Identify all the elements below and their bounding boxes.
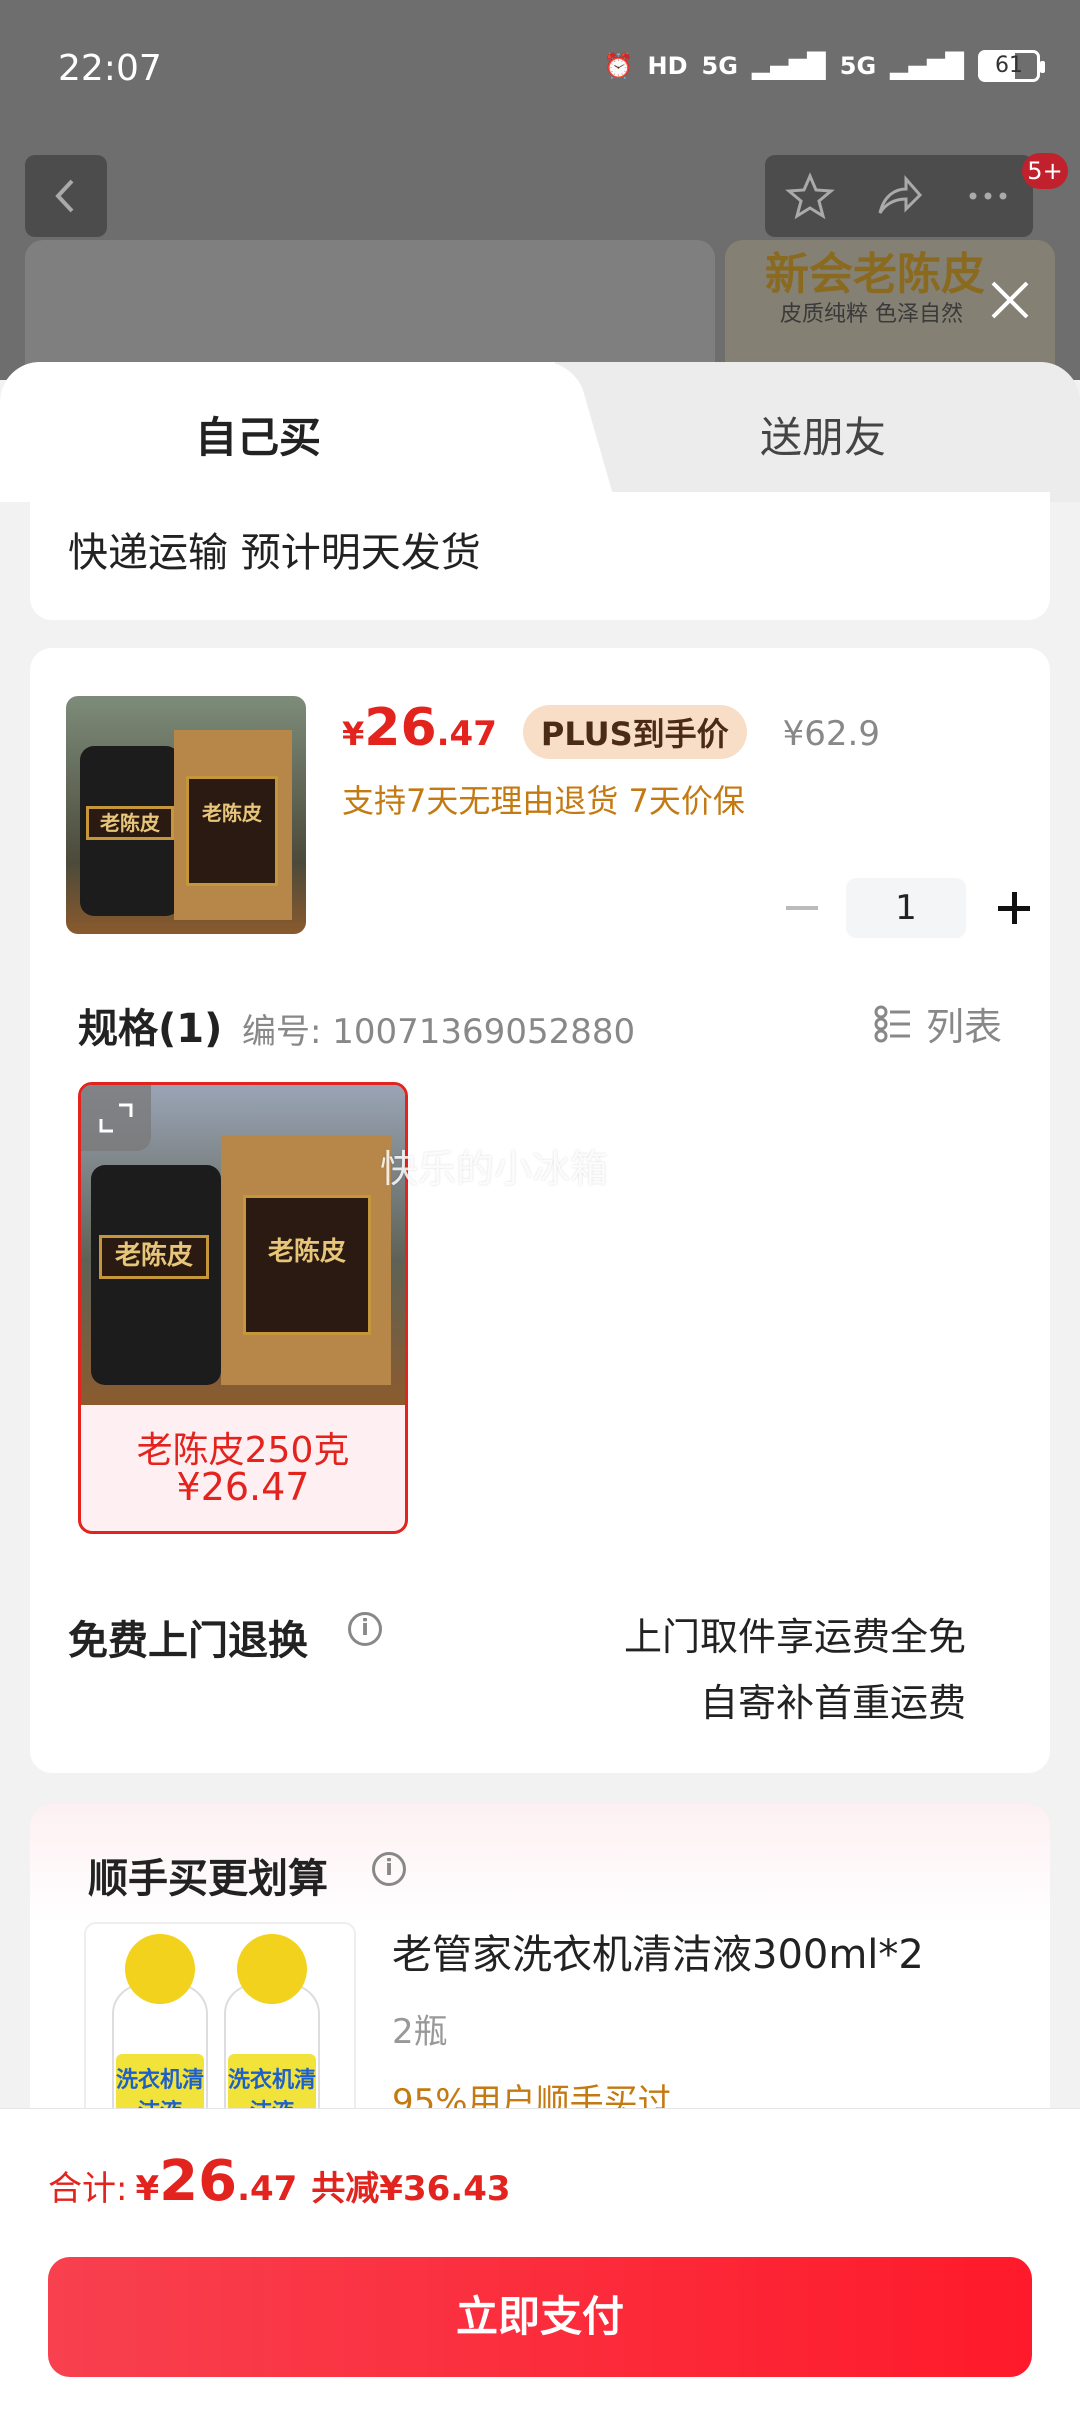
shipping-estimate: 快递运输 预计明天发货 [68, 530, 481, 576]
signal-icon-2: ▂▄▆█ [890, 52, 964, 80]
network-5g-icon: 5G [701, 52, 738, 80]
sku-option-selected[interactable]: 老陈皮 老陈皮 老陈皮250克 ¥26.47 [78, 1082, 408, 1534]
price-decimal: .47 [436, 714, 497, 754]
product-code: 编号: 10071369052880 [242, 1012, 636, 1052]
jar-label: 老陈皮 [86, 806, 174, 840]
expand-image-button[interactable] [81, 1085, 151, 1151]
watermark-text: 快乐的小冰箱 [380, 1147, 609, 1191]
background-product-subtitle: 皮质纯粹 色泽自然 [780, 302, 963, 327]
product-thumbnail[interactable]: 老陈皮 老陈皮 [66, 696, 306, 934]
increase-quantity-button[interactable] [984, 878, 1044, 938]
bag-label: 老陈皮 [186, 776, 278, 886]
total-label: 合计: [48, 2169, 128, 2209]
upsell-info-button[interactable]: i [372, 1852, 406, 1886]
background-product-title: 新会老陈皮 [765, 249, 985, 300]
quantity-stepper: 1 [770, 878, 1044, 938]
total-discount: 共减¥36.43 [311, 2169, 511, 2209]
product-card: 老陈皮 老陈皮 ¥26.47 PLUS到手价 ¥62.9 支持7天无理由退货 7… [30, 648, 1050, 1773]
return-pickup-note: 上门取件享运费全免 [623, 1615, 966, 1659]
back-button[interactable] [25, 155, 107, 237]
status-icons: ⏰ HD 5G ▂▄▆█ 5G ▂▄▆█ 61 [603, 50, 1045, 82]
spec-title: 规格(1) [78, 1006, 223, 1052]
alarm-icon: ⏰ [603, 52, 634, 80]
shipping-card: 快递运输 预计明天发货 [30, 492, 1050, 620]
more-icon[interactable] [963, 171, 1013, 221]
bottle-cap-shape [125, 1934, 195, 2004]
top-actions [765, 155, 1033, 237]
checkout-bar: 合计: ¥ 26 .47 共减¥36.43 立即支付 [0, 2108, 1080, 2412]
list-view-toggle[interactable]: 列表 [874, 996, 1002, 1051]
chevron-left-icon [55, 179, 74, 213]
price-symbol: ¥ [342, 715, 365, 753]
purchase-mode-tabs: 自己买 送朋友 [0, 362, 1080, 502]
checkout-screen: 新会老陈皮 皮质纯粹 色泽自然 22:07 ⏰ HD 5G ▂▄▆█ 5G ▂▄… [0, 0, 1080, 2412]
info-icon: i [372, 1852, 406, 1886]
return-self-ship-note: 自寄补首重运费 [699, 1681, 966, 1725]
sku-option-price: ¥26.47 [176, 1465, 310, 1509]
expand-icon [99, 1103, 133, 1133]
hd-icon: HD [647, 52, 688, 80]
battery-icon: 61 [978, 50, 1045, 82]
free-return-title: 免费上门退换 [68, 1618, 308, 1664]
list-icon [874, 1005, 910, 1042]
decrease-quantity-button[interactable] [770, 878, 830, 938]
total-decimal: .47 [237, 2169, 298, 2209]
sku-bag-label: 老陈皮 [243, 1195, 371, 1335]
upsell-item-name[interactable]: 老管家洗衣机清洁液300ml*2 [392, 1922, 924, 1980]
status-time: 22:07 [58, 48, 162, 89]
purchase-sheet: 自己买 送朋友 快递运输 预计明天发货 老陈皮 老陈皮 ¥26.47 PLUS到… [0, 362, 1080, 2412]
network-5g-icon-2: 5G [839, 52, 877, 80]
quantity-value[interactable]: 1 [846, 878, 966, 938]
sku-jar-label: 老陈皮 [99, 1235, 209, 1279]
list-view-label: 列表 [925, 1005, 1002, 1049]
notification-badge: 5+ [1022, 153, 1068, 189]
price-row: ¥26.47 PLUS到手价 ¥62.9 [342, 698, 880, 759]
info-icon: i [348, 1612, 382, 1646]
original-price: ¥62.9 [782, 714, 880, 754]
close-icon[interactable] [985, 275, 1035, 325]
total-symbol: ¥ [135, 2169, 160, 2209]
plus-price-tag: PLUS到手价 [522, 705, 747, 759]
tab-self-label[interactable]: 自己买 [195, 404, 321, 465]
pay-now-button[interactable]: 立即支付 [48, 2257, 1032, 2377]
share-icon[interactable] [874, 171, 924, 221]
favorite-star-icon[interactable] [784, 171, 835, 221]
order-total: 合计: ¥ 26 .47 共减¥36.43 [48, 2149, 511, 2214]
upsell-item-quantity: 2瓶 [392, 2012, 448, 2052]
tab-gift-label[interactable]: 送朋友 [760, 404, 886, 465]
background-overlay[interactable]: 新会老陈皮 皮质纯粹 色泽自然 22:07 ⏰ HD 5G ▂▄▆█ 5G ▂▄… [0, 0, 1080, 420]
guarantee-text: 支持7天无理由退货 7天价保 [342, 782, 745, 820]
bottle-cap-shape [237, 1934, 307, 2004]
price-integer: 26 [364, 698, 437, 758]
total-integer: 26 [159, 2149, 238, 2214]
signal-icon: ▂▄▆█ [751, 52, 826, 80]
return-info-button[interactable]: i [348, 1612, 382, 1646]
upsell-title: 顺手买更划算 [88, 1856, 328, 1902]
